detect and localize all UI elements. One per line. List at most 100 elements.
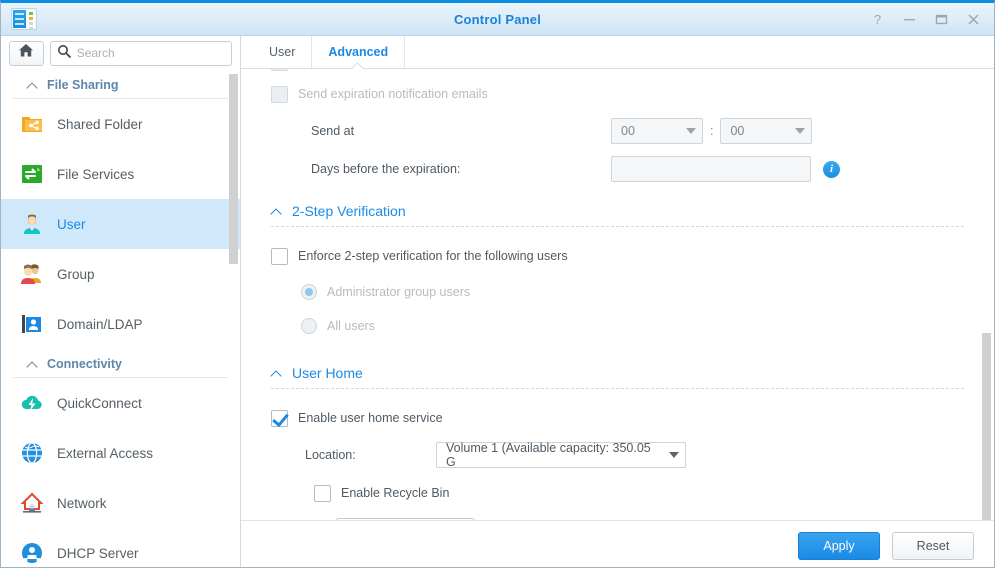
sidebar-item-label: Network — [57, 495, 107, 511]
search-input[interactable] — [76, 46, 225, 60]
allow-change-password-row: Allow users to change password after exp… — [271, 69, 964, 77]
enable-recycle-bin-label: Enable Recycle Bin — [341, 486, 450, 500]
send-at-hour-select: 00 — [611, 118, 703, 144]
section-body-two-step: Enforce 2-step verification for the foll… — [271, 227, 964, 341]
enforce-two-step-checkbox[interactable] — [271, 247, 288, 265]
sidebar-item-external-access[interactable]: External Access — [1, 428, 240, 478]
admin-group-users-label: Administrator group users — [327, 285, 471, 299]
sidebar-group-label: Connectivity — [47, 357, 123, 371]
home-button[interactable] — [9, 40, 44, 66]
home-icon — [18, 43, 34, 63]
section-header-two-step[interactable]: 2-Step Verification — [271, 203, 964, 227]
minimize-icon[interactable] — [894, 6, 924, 34]
svg-text:?: ? — [873, 13, 880, 26]
tab-bar: User Advanced — [241, 36, 994, 69]
sidebar-item-network[interactable]: Network — [1, 478, 240, 528]
location-value: Volume 1 (Available capacity: 350.05 G — [446, 441, 651, 469]
section-title: 2-Step Verification — [292, 203, 406, 219]
file-services-icon — [19, 161, 45, 187]
enable-user-home-label: Enable user home service — [298, 411, 443, 425]
reset-button[interactable]: Reset — [892, 531, 974, 560]
user-home-location-row: Location: Volume 1 (Available capacity: … — [271, 439, 964, 471]
sidebar-toolbar — [1, 36, 240, 70]
sidebar-item-file-services[interactable]: File Services — [1, 149, 240, 199]
enable-recycle-bin-checkbox[interactable] — [314, 484, 331, 502]
shared-folder-icon — [19, 111, 45, 137]
external-access-icon — [19, 440, 45, 466]
main-panel: User Advanced Allow users to change pass… — [241, 36, 994, 567]
sidebar-item-domain-ldap[interactable]: Domain/LDAP — [1, 299, 240, 349]
sidebar-item-quickconnect[interactable]: QuickConnect — [1, 378, 240, 428]
group-icon — [19, 261, 45, 287]
all-users-radio — [301, 318, 317, 334]
window-controls: ? — [862, 3, 988, 36]
sidebar-item-label: Domain/LDAP — [57, 316, 143, 332]
location-select[interactable]: Volume 1 (Available capacity: 350.05 G — [436, 441, 686, 469]
enable-recycle-bin-row: Enable Recycle Bin — [271, 478, 964, 508]
settings-scroll-area: Allow users to change password after exp… — [241, 69, 994, 567]
search-box[interactable] — [49, 40, 232, 66]
maximize-icon[interactable] — [926, 6, 956, 34]
search-icon — [57, 44, 71, 63]
send-expiration-emails-checkbox — [271, 85, 288, 103]
send-at-minute-value: 00 — [730, 124, 745, 138]
enable-user-home-checkbox[interactable] — [271, 409, 288, 427]
days-before-expiration-input — [611, 156, 811, 182]
tab-label: User — [269, 45, 296, 59]
close-icon[interactable] — [958, 6, 988, 34]
time-separator: : — [710, 124, 714, 138]
sidebar-group-label: File Sharing — [47, 78, 119, 92]
sidebar-scrollbar-thumb[interactable] — [229, 74, 238, 264]
settings-scrollbar-thumb[interactable] — [982, 333, 991, 529]
tab-user[interactable]: User — [253, 36, 313, 68]
dhcp-server-icon — [19, 540, 45, 566]
sidebar: File Sharing Shared Folder — [1, 36, 241, 567]
action-bar: Apply Reset — [241, 520, 994, 567]
domain-ldap-icon — [19, 311, 45, 337]
control-panel-icon — [11, 8, 37, 30]
quickconnect-icon — [19, 390, 45, 416]
days-before-expiration-row: Days before the expiration: i — [271, 153, 964, 185]
send-at-row: Send at 00 : 00 — [271, 115, 964, 147]
send-at-minute-select: 00 — [720, 118, 813, 144]
chevron-up-icon — [27, 359, 38, 370]
title-bar: Control Panel ? — [1, 3, 994, 36]
sidebar-scrollbar-track[interactable] — [229, 70, 239, 567]
tab-advanced[interactable]: Advanced — [312, 36, 406, 68]
chevron-up-icon — [27, 80, 38, 91]
sidebar-group-file-sharing[interactable]: File Sharing — [13, 70, 228, 99]
enable-user-home-row: Enable user home service — [271, 403, 964, 433]
sidebar-item-group[interactable]: Group — [1, 249, 240, 299]
window-body: File Sharing Shared Folder — [1, 36, 994, 567]
info-icon[interactable]: i — [823, 160, 840, 178]
page-title: Control Panel — [453, 12, 542, 27]
chevron-down-icon — [686, 128, 696, 134]
sidebar-item-label: User — [57, 216, 86, 232]
send-at-label: Send at — [311, 124, 355, 138]
control-panel-window: Control Panel ? Search File Sharing Shar… — [0, 0, 995, 568]
send-expiration-emails-label: Send expiration notification emails — [298, 87, 488, 101]
chevron-down-icon — [795, 128, 806, 134]
admin-group-users-radio — [301, 284, 317, 300]
all-users-label: All users — [327, 319, 375, 333]
sidebar-item-shared-folder[interactable]: Shared Folder — [1, 99, 240, 149]
chevron-up-icon — [271, 206, 282, 217]
sidebar-item-label: External Access — [57, 445, 154, 461]
sidebar-group-connectivity[interactable]: Connectivity — [13, 349, 228, 378]
sidebar-item-label: QuickConnect — [57, 395, 142, 411]
tab-label: Advanced — [328, 45, 389, 59]
send-at-hour-value: 00 — [621, 124, 635, 138]
sidebar-item-label: DHCP Server — [57, 545, 139, 561]
send-expiration-emails-row: Send expiration notification emails — [271, 79, 964, 109]
apply-button[interactable]: Apply — [798, 531, 880, 560]
allow-change-password-checkbox — [271, 69, 288, 71]
sidebar-scroll-area: File Sharing Shared Folder File Services… — [1, 70, 240, 567]
sidebar-item-user[interactable]: User — [1, 199, 240, 249]
section-title: User Home — [292, 365, 363, 381]
sidebar-item-label: Group — [57, 266, 95, 282]
sidebar-item-dhcp-server[interactable]: DHCP Server — [1, 528, 240, 567]
location-label: Location: — [305, 448, 356, 462]
chevron-up-icon — [271, 368, 282, 379]
section-header-user-home[interactable]: User Home — [271, 365, 964, 389]
help-icon[interactable]: ? — [862, 6, 892, 34]
